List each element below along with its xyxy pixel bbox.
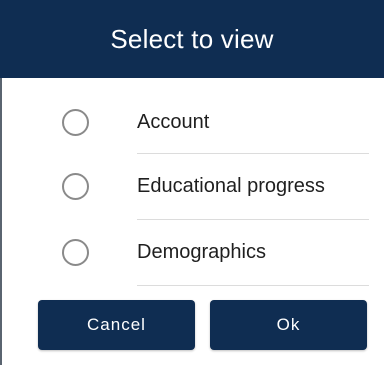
- option-label-demographics: Demographics: [137, 241, 266, 263]
- cancel-button[interactable]: Cancel: [38, 300, 195, 350]
- radio-button-demographics[interactable]: [62, 239, 89, 266]
- dialog-header: Select to view: [0, 0, 384, 78]
- option-divider: [137, 285, 369, 286]
- option-demographics[interactable]: Demographics: [0, 222, 384, 288]
- radio-button-account[interactable]: [62, 109, 89, 136]
- option-educational-progress[interactable]: Educational progress: [0, 156, 384, 222]
- option-label-educational-progress: Educational progress: [137, 175, 325, 197]
- option-label-account: Account: [137, 111, 210, 133]
- ok-button[interactable]: Ok: [210, 300, 367, 350]
- option-divider: [137, 219, 369, 220]
- dialog-title: Select to view: [110, 23, 274, 54]
- option-account[interactable]: Account: [0, 92, 384, 158]
- option-divider: [137, 153, 369, 154]
- radio-button-educational-progress[interactable]: [62, 173, 89, 200]
- select-view-dialog: Select to view Account Educational progr…: [0, 0, 384, 365]
